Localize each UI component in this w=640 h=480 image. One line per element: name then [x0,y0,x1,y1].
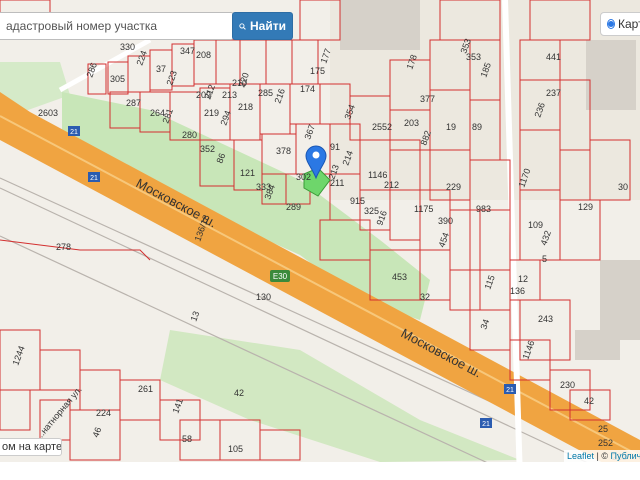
parcel-label: 5 [542,254,547,264]
leaflet-link[interactable]: Leaflet [567,451,594,461]
parcel-label: 287 [126,98,141,108]
e30-shield: E30 [270,270,290,282]
find-button-label: Найти [250,19,286,33]
parcel-label: 983 [476,204,491,214]
svg-text:21: 21 [90,175,98,182]
parcel-label: 37 [156,64,166,74]
layer-switcher[interactable]: Карт [600,12,640,36]
parcel-label: 352 [200,144,215,154]
parcel-label: 208 [196,50,211,60]
parcel-label: 109 [528,220,543,230]
parcel-label: 280 [182,130,197,140]
parcel-label: 89 [472,122,482,132]
parcel-label: 453 [392,272,407,282]
parcel-label: 441 [546,52,561,62]
parcel-label: 121 [240,168,255,178]
find-button[interactable]: Найти [232,12,293,40]
parcel-label: 289 [286,202,301,212]
parcel-label: 915 [350,196,365,206]
parcel-label: 243 [538,314,553,324]
parcel-label: 129 [578,202,593,212]
cadastral-search-input[interactable] [0,12,234,40]
parcel-label: 219 [204,108,219,118]
parcel-label: 2603 [38,108,58,118]
parcel-label: 378 [276,146,291,156]
parcel-label: 229 [446,182,461,192]
svg-text:21: 21 [482,421,490,428]
attribution: Leaflet | © Публичн [564,450,640,462]
parcel-label: 42 [584,396,594,406]
attribution-separator: | © [594,451,611,461]
parcel-label: 330 [120,42,135,52]
parcel-label: 1175 [414,204,433,214]
cadastral-map[interactable]: 28630533022437347223208209212 21321022028… [0,0,640,480]
parcel-label: 252 [598,438,613,448]
parcel-label: 347 [180,46,195,56]
source-link[interactable]: Публичн [611,451,640,461]
parcel-label: 203 [404,118,419,128]
route-shield-1: 21 [68,126,80,136]
parcel-label: 136 [510,286,525,296]
parcel-label: 32 [420,292,430,302]
parcel-label: 1146 [368,170,387,180]
parcel-label: 174 [300,84,315,94]
parcel-label: 130 [256,292,271,302]
parcel-label: 237 [546,88,561,98]
parcel-label: 42 [234,388,244,398]
search-icon [239,22,246,30]
parcel-label: 302 [296,172,311,182]
parcel-label: 19 [446,122,456,132]
svg-text:21: 21 [70,129,78,136]
parcel-label: 305 [110,74,125,84]
parcel-label: 212 [384,180,399,190]
parcel-label: 91 [330,142,340,152]
parcel-label: 230 [560,380,575,390]
parcel-label: 261 [138,384,153,394]
parcel-label: 105 [228,444,243,454]
parcel-label: 390 [438,216,453,226]
parcel-label: 25 [598,424,608,434]
route-shield-3: 21 [504,384,516,394]
parcel-label: 224 [96,408,111,418]
parcel-label: 278 [56,242,71,252]
svg-text:E30: E30 [273,272,288,281]
map-layer-label: Карт [618,17,640,31]
parcel-label: 285 [258,88,273,98]
bottom-strip [0,462,640,480]
parcel-label: 12 [518,274,528,284]
parcel-label: 30 [618,182,628,192]
parcel-label: 213 [222,90,237,100]
parcel-label: 377 [420,94,435,104]
parcel-label: 175 [310,66,325,76]
parcel-label: 2552 [372,122,392,132]
parcel-label: 211 [330,178,344,188]
map-layer-radio[interactable] [607,19,615,29]
parcel-label: 58 [182,434,192,444]
parcel-label: 218 [238,102,253,112]
route-shield-4: 21 [480,418,492,428]
route-shield-2: 21 [88,172,100,182]
svg-text:21: 21 [506,387,514,394]
map-question-button[interactable]: ом на карте? [0,438,62,456]
